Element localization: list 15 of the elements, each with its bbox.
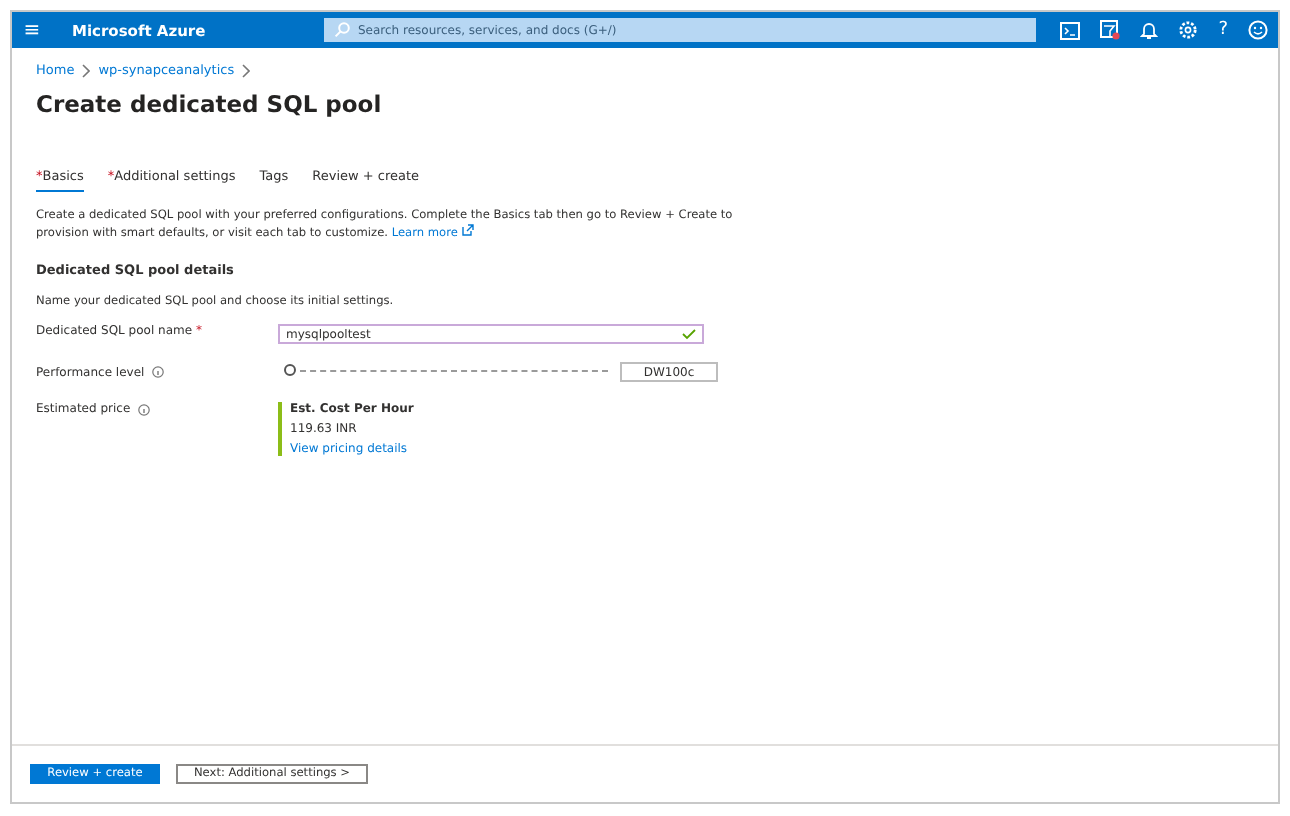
- filter-icon[interactable]: [1100, 20, 1121, 40]
- search-icon: [334, 22, 350, 38]
- terminal-icon[interactable]: [1060, 21, 1081, 39]
- external-link-icon: [461, 224, 474, 236]
- settings-icon[interactable]: [1178, 20, 1199, 40]
- bell-icon[interactable]: [1140, 20, 1159, 40]
- check-icon: [682, 328, 696, 340]
- smiley-icon[interactable]: [1248, 20, 1268, 40]
- slider[interactable]: [284, 364, 608, 380]
- menu-icon[interactable]: ≡: [16, 19, 48, 41]
- chevron-icon: [82, 63, 91, 77]
- help-icon[interactable]: ?: [1218, 20, 1228, 40]
- chevron-icon: [242, 63, 251, 77]
- page-title: Create dedicated SQL pool: [36, 90, 384, 118]
- slider-thumb[interactable]: [284, 364, 296, 376]
